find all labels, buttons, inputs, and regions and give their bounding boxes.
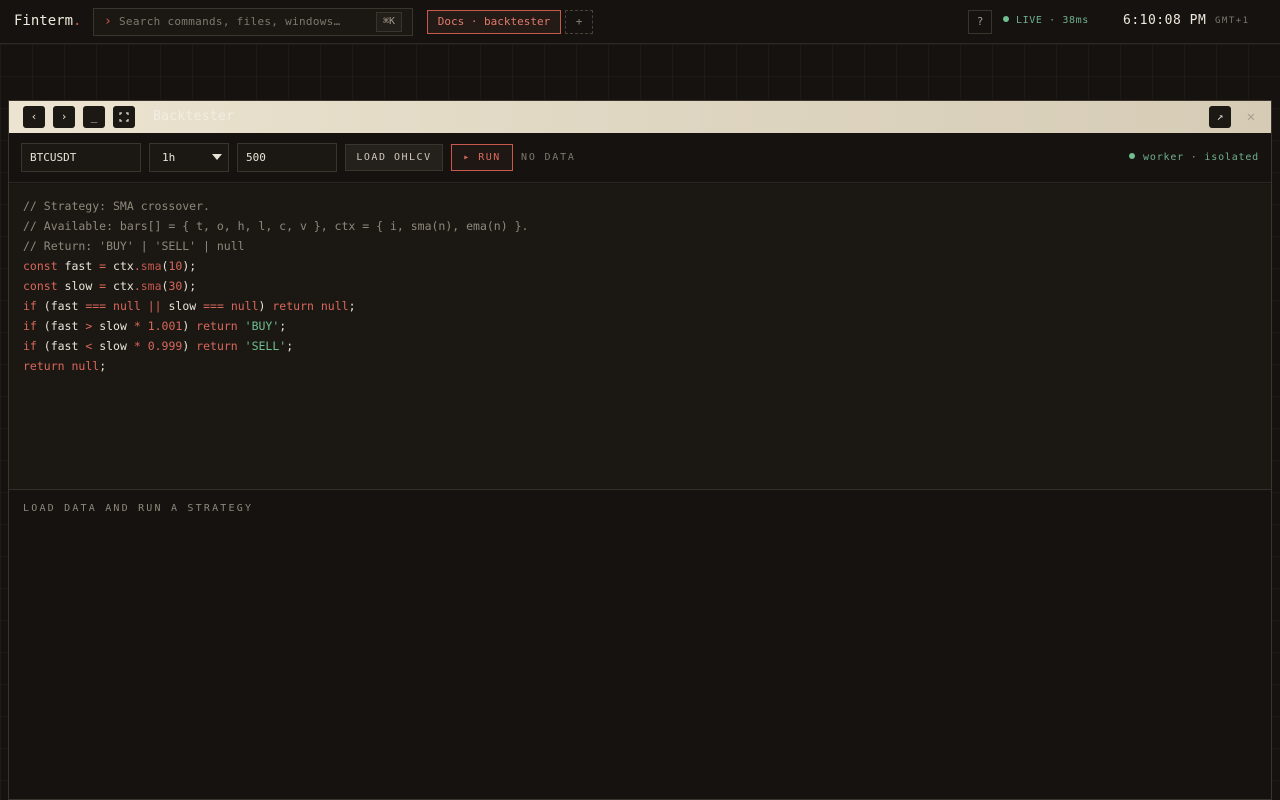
live-indicator-icon [1003,16,1009,22]
app-logo[interactable]: Finterm. [14,13,81,29]
help-button[interactable]: ? [968,10,992,34]
code-line: if (fast === null || slow === null) retu… [23,299,356,313]
timezone-label: GMT+1 [1215,16,1250,26]
forward-icon[interactable]: › [53,106,75,128]
live-status: LIVE · 38ms [1003,15,1089,26]
backtester-window: ‹ › _ Backtester ↗ ✕ 1h LOAD OHLCV ▸ RUN… [8,100,1272,800]
interval-value: 1h [162,151,176,164]
empty-results-message: LOAD DATA AND RUN A STRATEGY [23,503,254,514]
strategy-code-editor[interactable]: // Strategy: SMA crossover. // Available:… [9,184,1271,490]
top-bar: Finterm. › Search commands, files, windo… [0,0,1280,44]
clock: 6:10:08 PM [1123,13,1207,28]
worker-status-text: worker · isolated [1143,152,1259,163]
load-ohlcv-button[interactable]: LOAD OHLCV [345,144,443,171]
backtest-toolbar: 1h LOAD OHLCV ▸ RUN NO DATA worker · iso… [9,133,1271,183]
logo-text: Finterm [14,13,74,29]
interval-select[interactable]: 1h [149,143,229,172]
worker-status: worker · isolated [1129,152,1259,163]
data-status: NO DATA [521,152,576,163]
prompt-chevron-icon: › [104,14,112,29]
window-title: Backtester [153,109,235,124]
code-line: const slow = ctx.sma(30); [23,279,197,293]
run-button[interactable]: ▸ RUN [451,144,513,171]
add-tab-button[interactable]: + [565,10,593,34]
search-shortcut-badge: ⌘K [375,12,402,32]
code-line: return null; [23,359,107,373]
search-placeholder: Search commands, files, windows… [119,15,341,28]
back-icon[interactable]: ‹ [23,106,45,128]
popout-icon[interactable]: ↗ [1209,106,1231,128]
results-panel: LOAD DATA AND RUN A STRATEGY [9,491,1271,799]
close-icon[interactable]: ✕ [1241,107,1261,127]
code-line: if (fast < slow * 0.999) return 'SELL'; [23,339,294,353]
tab-docs-backtester[interactable]: Docs · backtester [427,10,561,34]
bar-count-input[interactable] [237,143,337,172]
code-line: if (fast > slow * 1.001) return 'BUY'; [23,319,287,333]
expand-icon[interactable] [113,106,135,128]
symbol-input[interactable] [21,143,141,172]
worker-indicator-icon [1129,153,1136,159]
code-line: const fast = ctx.sma(10); [23,259,197,273]
code-line: // Available: bars[] = { t, o, h, l, c, … [23,219,529,233]
code-line: // Return: 'BUY' | 'SELL' | null [23,239,245,253]
window-titlebar[interactable]: ‹ › _ Backtester ↗ ✕ [9,101,1271,133]
minimize-icon[interactable]: _ [83,106,105,128]
command-search[interactable]: › Search commands, files, windows… ⌘K [93,8,413,36]
chevron-down-icon [212,154,222,160]
logo-dot: . [73,13,82,29]
code-line: // Strategy: SMA crossover. [23,199,210,213]
expand-glyph [119,112,129,122]
live-status-text: LIVE · 38ms [1016,15,1089,26]
